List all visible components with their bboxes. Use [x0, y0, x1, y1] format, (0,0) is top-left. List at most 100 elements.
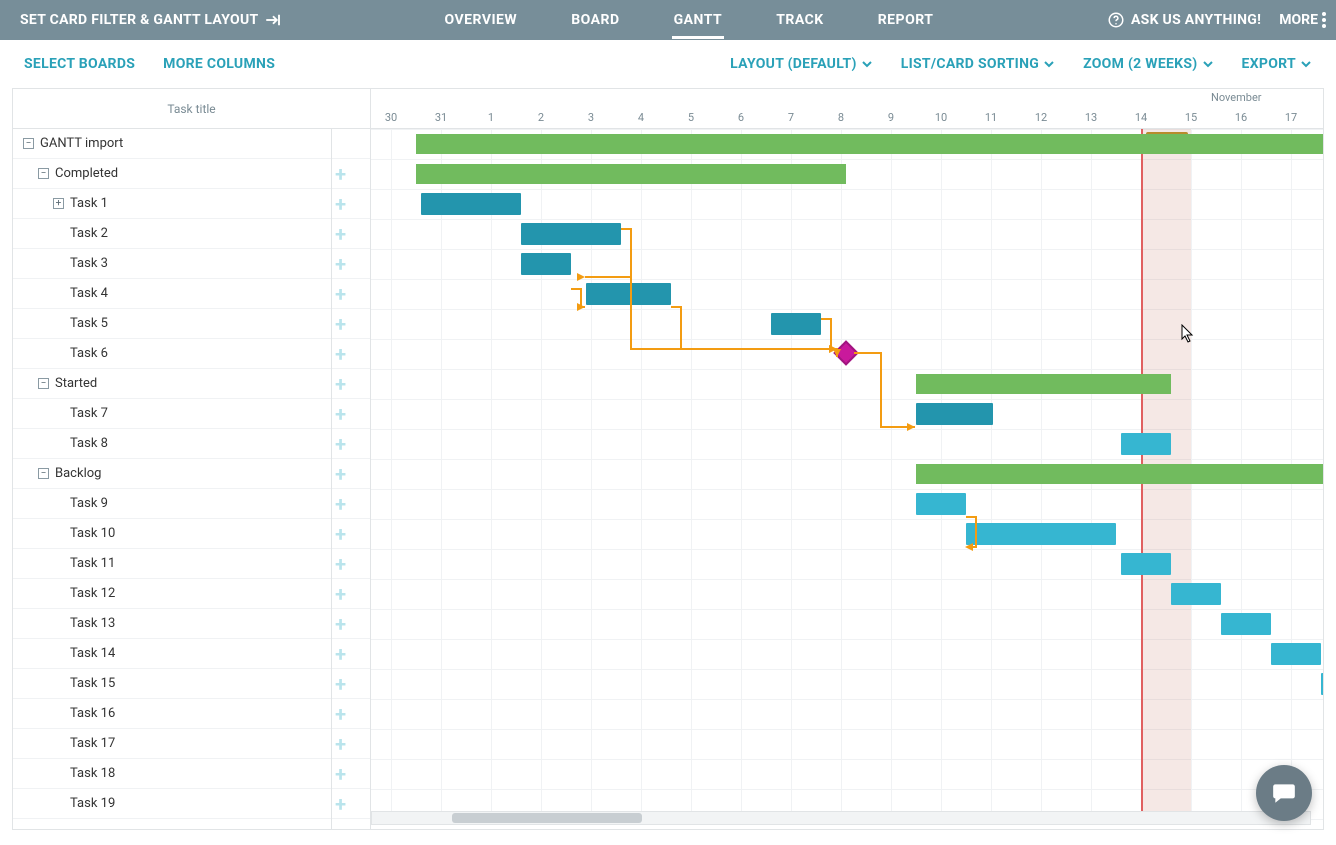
more-menu-button[interactable]: MORE: [1279, 12, 1326, 28]
add-task-icon[interactable]: +: [335, 584, 346, 604]
expand-icon[interactable]: +: [53, 198, 64, 209]
add-task-icon[interactable]: +: [335, 494, 346, 514]
task-row[interactable]: −Completed+: [13, 159, 370, 189]
gantt-task-bar[interactable]: [1321, 673, 1323, 695]
task-label: Started: [55, 376, 97, 391]
add-task-icon[interactable]: +: [335, 314, 346, 334]
arrow-right-bar-icon: [264, 11, 282, 29]
add-task-icon[interactable]: +: [335, 434, 346, 454]
add-task-icon[interactable]: +: [335, 194, 346, 214]
day-label: 31: [416, 111, 466, 124]
add-task-icon[interactable]: +: [335, 674, 346, 694]
task-row[interactable]: −GANTT import: [13, 129, 370, 159]
task-row[interactable]: Task 17+: [13, 729, 370, 759]
task-row[interactable]: Task 6+: [13, 339, 370, 369]
collapse-icon[interactable]: −: [38, 378, 49, 389]
more-columns-button[interactable]: MORE COLUMNS: [163, 56, 275, 72]
nav-overview[interactable]: OVERVIEW: [442, 2, 519, 39]
add-task-icon[interactable]: +: [335, 644, 346, 664]
task-row[interactable]: Task 3+: [13, 249, 370, 279]
add-task-icon[interactable]: +: [335, 794, 346, 814]
gantt-task-bar[interactable]: [521, 223, 621, 245]
gantt-task-bar[interactable]: [966, 523, 1116, 545]
add-task-icon[interactable]: +: [335, 614, 346, 634]
task-row[interactable]: Task 19+: [13, 789, 370, 819]
task-row[interactable]: Task 16 +: [13, 699, 370, 729]
gantt-group-bar[interactable]: [916, 374, 1171, 394]
task-row[interactable]: Task 12+: [13, 579, 370, 609]
collapse-icon[interactable]: −: [23, 138, 34, 149]
ask-us-anything-button[interactable]: ASK US ANYTHING!: [1107, 11, 1261, 29]
gantt-milestone[interactable]: [833, 340, 858, 365]
nav-gantt[interactable]: GANTT: [672, 2, 725, 39]
add-task-icon[interactable]: +: [335, 164, 346, 184]
timeline-pane[interactable]: November30311234567891011121314151617 To…: [371, 89, 1323, 829]
task-label: Task 8: [70, 436, 108, 451]
gantt-task-bar[interactable]: [586, 283, 671, 305]
task-label: Task 13: [70, 616, 115, 631]
gantt-task-bar[interactable]: [916, 493, 966, 515]
gantt-task-bar[interactable]: [916, 403, 993, 425]
add-task-icon[interactable]: +: [335, 524, 346, 544]
day-label: 1: [466, 111, 516, 124]
gantt-group-bar[interactable]: [416, 164, 846, 184]
gantt-task-bar[interactable]: [1221, 613, 1271, 635]
task-row[interactable]: −Backlog+: [13, 459, 370, 489]
add-task-icon[interactable]: +: [335, 764, 346, 784]
task-row[interactable]: Task 8 +: [13, 429, 370, 459]
gantt-task-bar[interactable]: [1171, 583, 1221, 605]
add-task-icon[interactable]: +: [335, 344, 346, 364]
day-label: 4: [616, 111, 666, 124]
nav-board[interactable]: BOARD: [569, 2, 621, 39]
day-label: 6: [716, 111, 766, 124]
gantt-group-bar[interactable]: [916, 464, 1323, 484]
horizontal-scrollbar[interactable]: [371, 811, 1311, 825]
task-row[interactable]: Task 4+: [13, 279, 370, 309]
sorting-dropdown[interactable]: LIST/CARD SORTING: [901, 56, 1055, 72]
zoom-dropdown[interactable]: ZOOM (2 WEEKS): [1083, 56, 1213, 72]
task-tree-header: Task title: [13, 89, 370, 129]
add-task-icon[interactable]: +: [335, 254, 346, 274]
chat-fab[interactable]: [1256, 765, 1312, 821]
gantt-task-bar[interactable]: [421, 193, 521, 215]
collapse-icon[interactable]: −: [38, 468, 49, 479]
gantt-task-bar[interactable]: [771, 313, 821, 335]
task-row[interactable]: Task 9+: [13, 489, 370, 519]
add-task-icon[interactable]: +: [335, 734, 346, 754]
task-row[interactable]: Task 18+: [13, 759, 370, 789]
task-label: Task 16: [70, 706, 115, 721]
gantt-group-bar[interactable]: [416, 134, 1323, 154]
task-row[interactable]: Task 14 +: [13, 639, 370, 669]
task-row[interactable]: −Started +: [13, 369, 370, 399]
add-task-icon[interactable]: +: [335, 284, 346, 304]
task-row[interactable]: Task 5+: [13, 309, 370, 339]
set-filter-button[interactable]: SET CARD FILTER & GANTT LAYOUT: [20, 11, 282, 29]
nav-report[interactable]: REPORT: [876, 2, 936, 39]
task-row[interactable]: Task 2+: [13, 219, 370, 249]
chat-icon: [1271, 780, 1297, 806]
add-task-icon[interactable]: +: [335, 374, 346, 394]
task-row[interactable]: +Task 1+: [13, 189, 370, 219]
add-task-icon[interactable]: +: [335, 224, 346, 244]
add-task-icon[interactable]: +: [335, 404, 346, 424]
task-label: Task 14: [70, 646, 115, 661]
task-row[interactable]: Task 10+: [13, 519, 370, 549]
gantt-task-bar[interactable]: [521, 253, 571, 275]
collapse-icon[interactable]: −: [38, 168, 49, 179]
nav-track[interactable]: TRACK: [774, 2, 826, 39]
gantt-task-bar[interactable]: [1121, 433, 1171, 455]
add-task-icon[interactable]: +: [335, 554, 346, 574]
add-task-icon[interactable]: +: [335, 464, 346, 484]
gantt-task-bar[interactable]: [1121, 553, 1171, 575]
select-boards-button[interactable]: SELECT BOARDS: [24, 56, 135, 72]
task-row[interactable]: Task 7+: [13, 399, 370, 429]
task-row[interactable]: Task 15+: [13, 669, 370, 699]
task-row[interactable]: Task 11+: [13, 549, 370, 579]
day-label: 5: [666, 111, 716, 124]
scrollbar-thumb[interactable]: [452, 813, 642, 823]
task-row[interactable]: Task 13 +: [13, 609, 370, 639]
gantt-task-bar[interactable]: [1271, 643, 1321, 665]
add-task-icon[interactable]: +: [335, 704, 346, 724]
layout-dropdown[interactable]: LAYOUT (DEFAULT): [730, 56, 873, 72]
export-dropdown[interactable]: EXPORT: [1242, 56, 1312, 72]
